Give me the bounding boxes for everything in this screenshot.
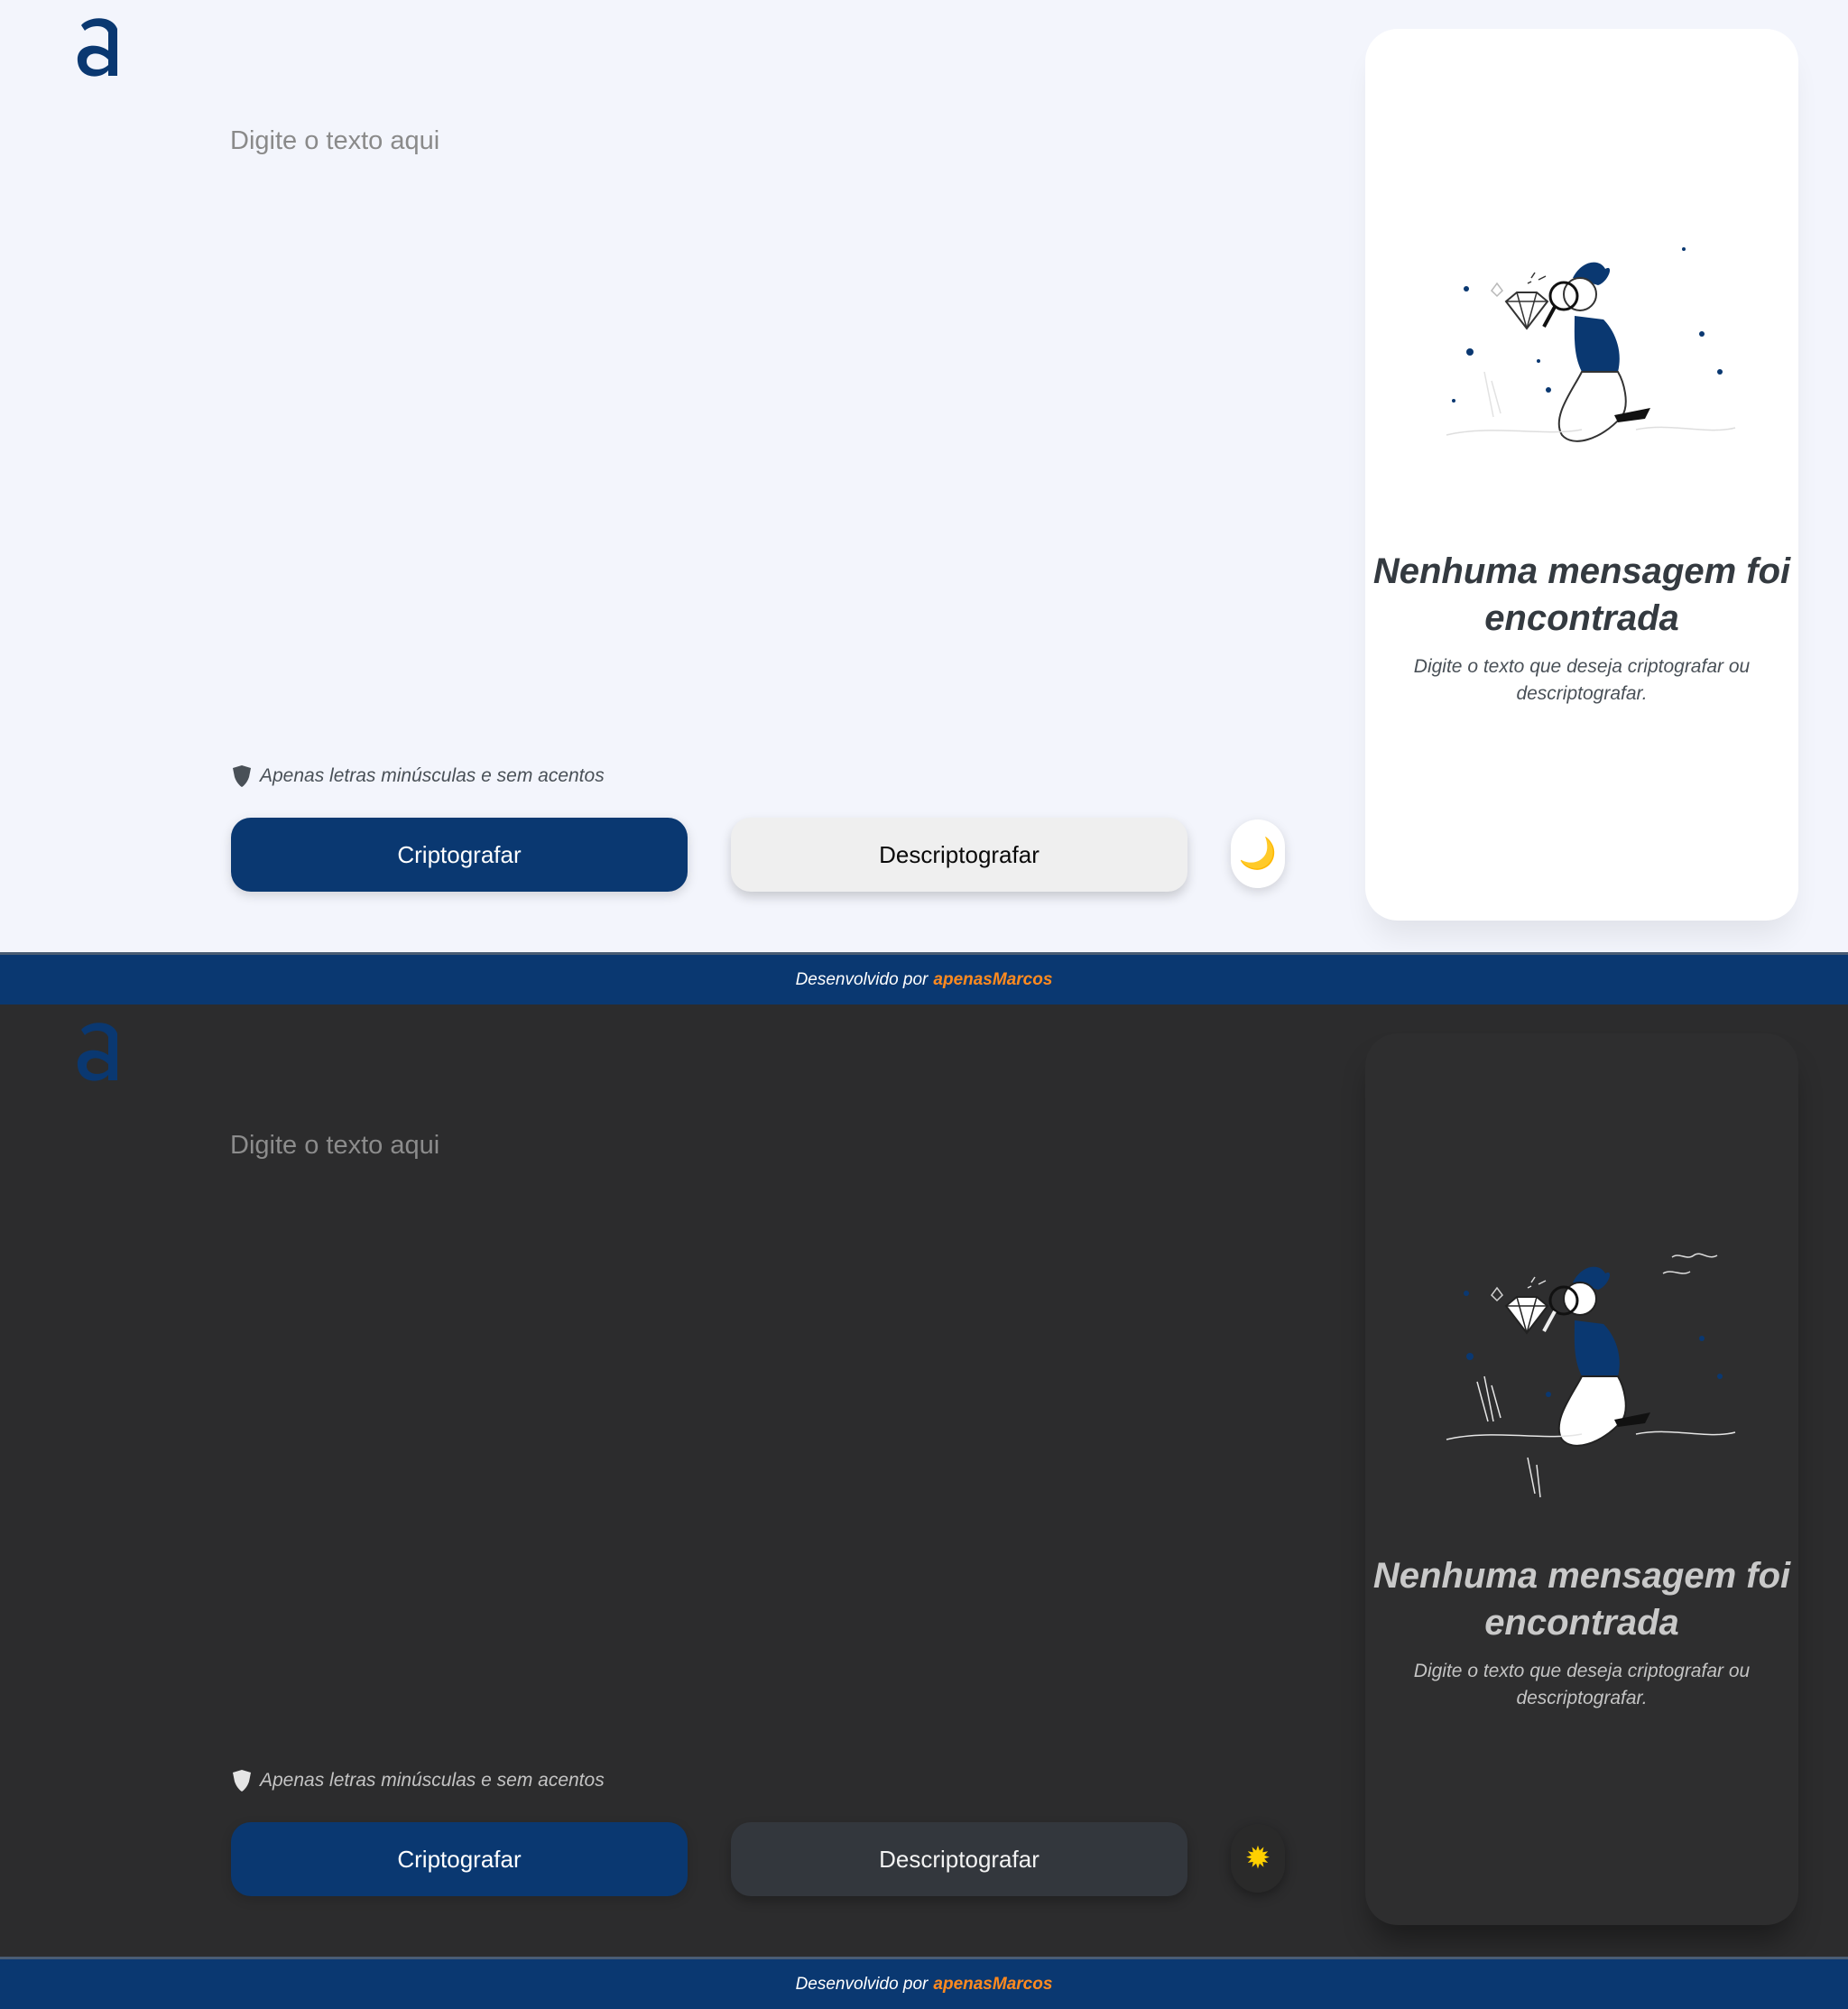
light-theme-view: Apenas letras minúsculas e sem acentos C… [0, 0, 1848, 1004]
input-hint: Apenas letras minúsculas e sem acentos [231, 1769, 605, 1792]
alura-logo-icon[interactable] [74, 13, 125, 85]
footer: Desenvolvido por apenasMarcos [0, 952, 1848, 1004]
output-card: Nenhuma mensagem foi encontrada Digite o… [1365, 29, 1798, 921]
message-input[interactable] [230, 1131, 1268, 1745]
info-shield-icon [233, 1770, 251, 1791]
footer-prefix: Desenvolvido por [795, 1974, 929, 1994]
moon-icon: 🌙 [1238, 837, 1278, 871]
theme-toggle-button[interactable]: 🌙 [1231, 819, 1285, 888]
decrypt-button[interactable]: Descriptografar [731, 1822, 1187, 1896]
footer-author-link[interactable]: apenasMarcos [933, 1975, 1052, 1995]
encrypt-button[interactable]: Criptografar [231, 818, 688, 892]
sun-icon: ✹ [1244, 1841, 1271, 1875]
person-with-magnifier-illustration [1446, 1253, 1736, 1498]
empty-state-title: Nenhuma mensagem foi encontrada [1372, 551, 1791, 638]
empty-state-text: Digite o texto que deseja criptografar o… [1413, 656, 1751, 704]
output-card: Nenhuma mensagem foi encontrada Digite o… [1365, 1033, 1798, 1925]
footer-author-link[interactable]: apenasMarcos [933, 970, 1052, 990]
hint-text: Apenas letras minúsculas e sem acentos [260, 765, 605, 786]
person-with-magnifier-illustration [1446, 247, 1736, 442]
message-input[interactable] [230, 126, 1268, 740]
encrypt-button[interactable]: Criptografar [231, 1822, 688, 1896]
footer-prefix: Desenvolvido por [795, 969, 929, 989]
decrypt-button[interactable]: Descriptografar [731, 818, 1187, 892]
empty-state-text: Digite o texto que deseja criptografar o… [1413, 1661, 1751, 1708]
info-shield-icon [233, 765, 251, 787]
alura-logo-icon[interactable] [74, 1017, 125, 1089]
empty-state-title: Nenhuma mensagem foi encontrada [1372, 1556, 1791, 1643]
hint-text: Apenas letras minúsculas e sem acentos [260, 1770, 605, 1791]
footer: Desenvolvido por apenasMarcos [0, 1957, 1848, 2009]
input-hint: Apenas letras minúsculas e sem acentos [231, 764, 605, 788]
dark-theme-view: Apenas letras minúsculas e sem acentos C… [0, 1004, 1848, 2009]
theme-toggle-button[interactable]: ✹ [1231, 1824, 1285, 1893]
